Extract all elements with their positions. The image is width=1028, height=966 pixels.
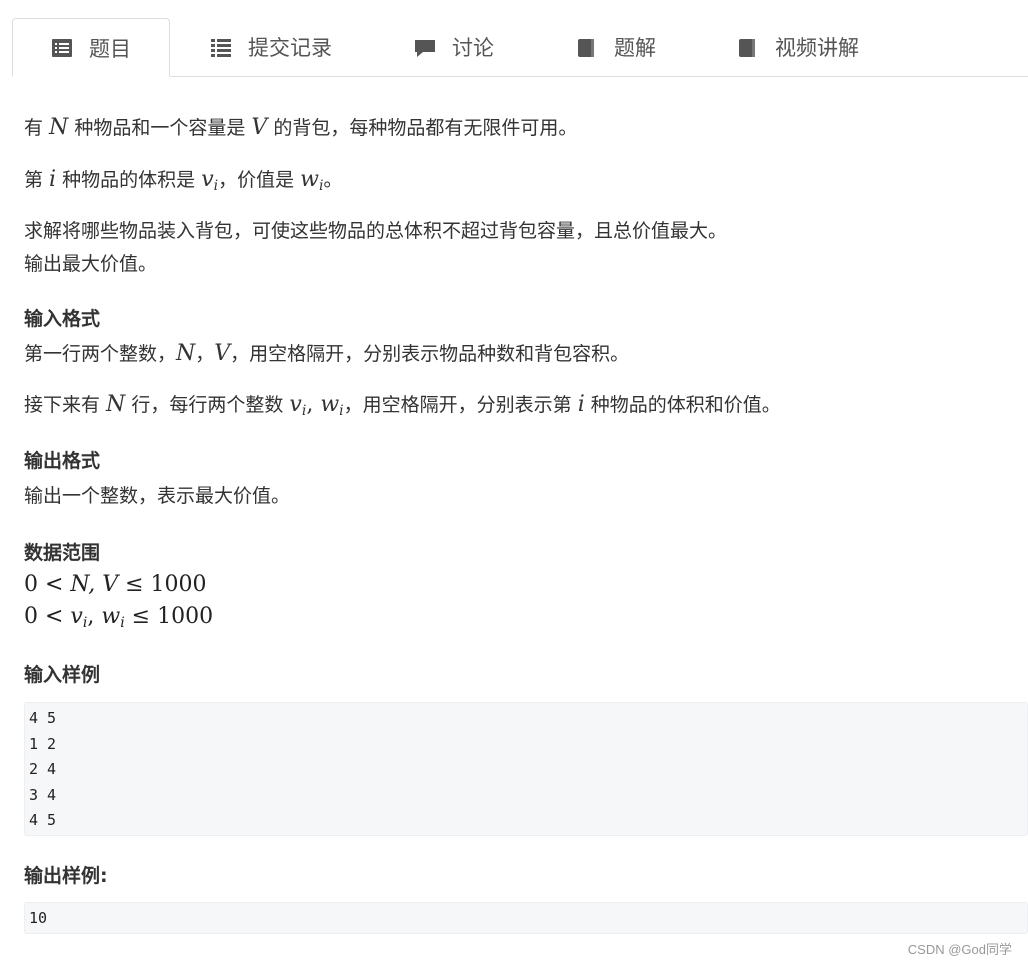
text: 种物品的体积和价值。 [584,394,781,416]
text: ，用空格隔开，分别表示第 [343,394,578,416]
tab-problem[interactable]: 题目 [12,18,170,77]
tab-submissions[interactable]: 提交记录 [210,18,332,75]
comment-icon [414,36,436,58]
math-w: w [320,392,340,417]
text: 0 < [24,604,71,629]
sample-output-code: 10 [24,902,1028,934]
statement-line-1: 有 N 种物品和一个容量是 V 的背包，每种物品都有无限件可用。 [24,116,577,140]
code-line: 3 4 [29,786,57,804]
statement-line-3: 求解将哪些物品装入背包，可使这些物品的总体积不超过背包容量，且总价值最大。 [24,220,728,242]
text: ，用空格隔开，分别表示物品种数和背包容积。 [230,343,630,365]
sample-input-heading: 输入样例 [24,664,101,686]
range-formula-2: 0 < vi, wi ≤ 1000 [24,604,213,631]
sample-input-code: 4 5 1 2 2 4 3 4 4 5 [24,702,1028,836]
math-v: V [214,341,231,366]
math-i: i [577,392,585,417]
tab-label: 题目 [89,36,131,61]
tab-label: 题解 [614,35,656,60]
list-alt-icon [51,37,73,59]
text: ≤ 1000 [118,572,207,597]
math-v: V [251,115,268,140]
sample-output-heading: 输出样例: [24,865,108,887]
tab-discussion[interactable]: 讨论 [414,18,494,75]
math-w: w [101,604,121,629]
book-icon [576,36,598,58]
text: 种物品的体积是 [56,169,202,191]
text: 。 [323,169,343,191]
statement-line-4: 输出最大价值。 [24,253,158,275]
input-format-heading: 输入格式 [24,308,101,330]
math-v: v [289,392,302,417]
tab-solutions[interactable]: 题解 [576,18,656,75]
range-formula-1: 0 < N, V ≤ 1000 [24,572,207,597]
text: 接下来有 [24,394,107,416]
tab-video[interactable]: 视频讲解 [737,18,859,75]
tab-label: 提交记录 [248,35,332,60]
text: 的背包，每种物品都有无限件可用。 [267,117,578,139]
math-v: v [201,167,214,192]
code-line: 2 4 [29,760,57,778]
math-w: w [300,167,319,192]
statement-line-2: 第 i 种物品的体积是 vi，价值是 wi。 [24,168,343,198]
math-n: N [106,392,126,417]
text: ≤ 1000 [124,604,214,629]
code-line: 1 2 [29,735,57,753]
watermark: CSDN @God同学 [907,942,1012,957]
list-icon [210,36,232,58]
math-comma: , [306,392,321,417]
text: 有 [24,117,50,139]
tab-label: 讨论 [452,35,494,60]
text: 行，每行两个整数 [125,394,290,416]
text: ， [195,343,215,365]
output-format-heading: 输出格式 [24,450,101,472]
code-line: 4 5 [29,811,57,829]
text: 第 [24,169,50,191]
output-format-text: 输出一个整数，表示最大价值。 [24,485,291,507]
tab-label: 视频讲解 [775,35,859,60]
text: 种物品和一个容量是 [68,117,252,139]
text: 0 < [24,572,71,597]
input-format-line-2: 接下来有 N 行，每行两个整数 vi, wi，用空格隔开，分别表示第 i 种物品… [24,393,781,423]
math-n: N [49,115,69,140]
code-line: 4 5 [29,709,57,727]
math-comma: , [87,604,102,629]
book-icon [737,36,759,58]
code-line: 10 [29,909,48,927]
text: ，价值是 [218,169,301,191]
problem-tabs: 题目 提交记录 讨论 题解 视频讲解 [12,18,1028,77]
math-n: N [176,341,196,366]
data-range-heading: 数据范围 [24,542,101,564]
math-v: v [70,604,83,629]
math-nv: N, V [70,572,119,597]
input-format-line-1: 第一行两个整数，N，V，用空格隔开，分别表示物品种数和背包容积。 [24,342,629,366]
text: 第一行两个整数， [24,343,177,365]
